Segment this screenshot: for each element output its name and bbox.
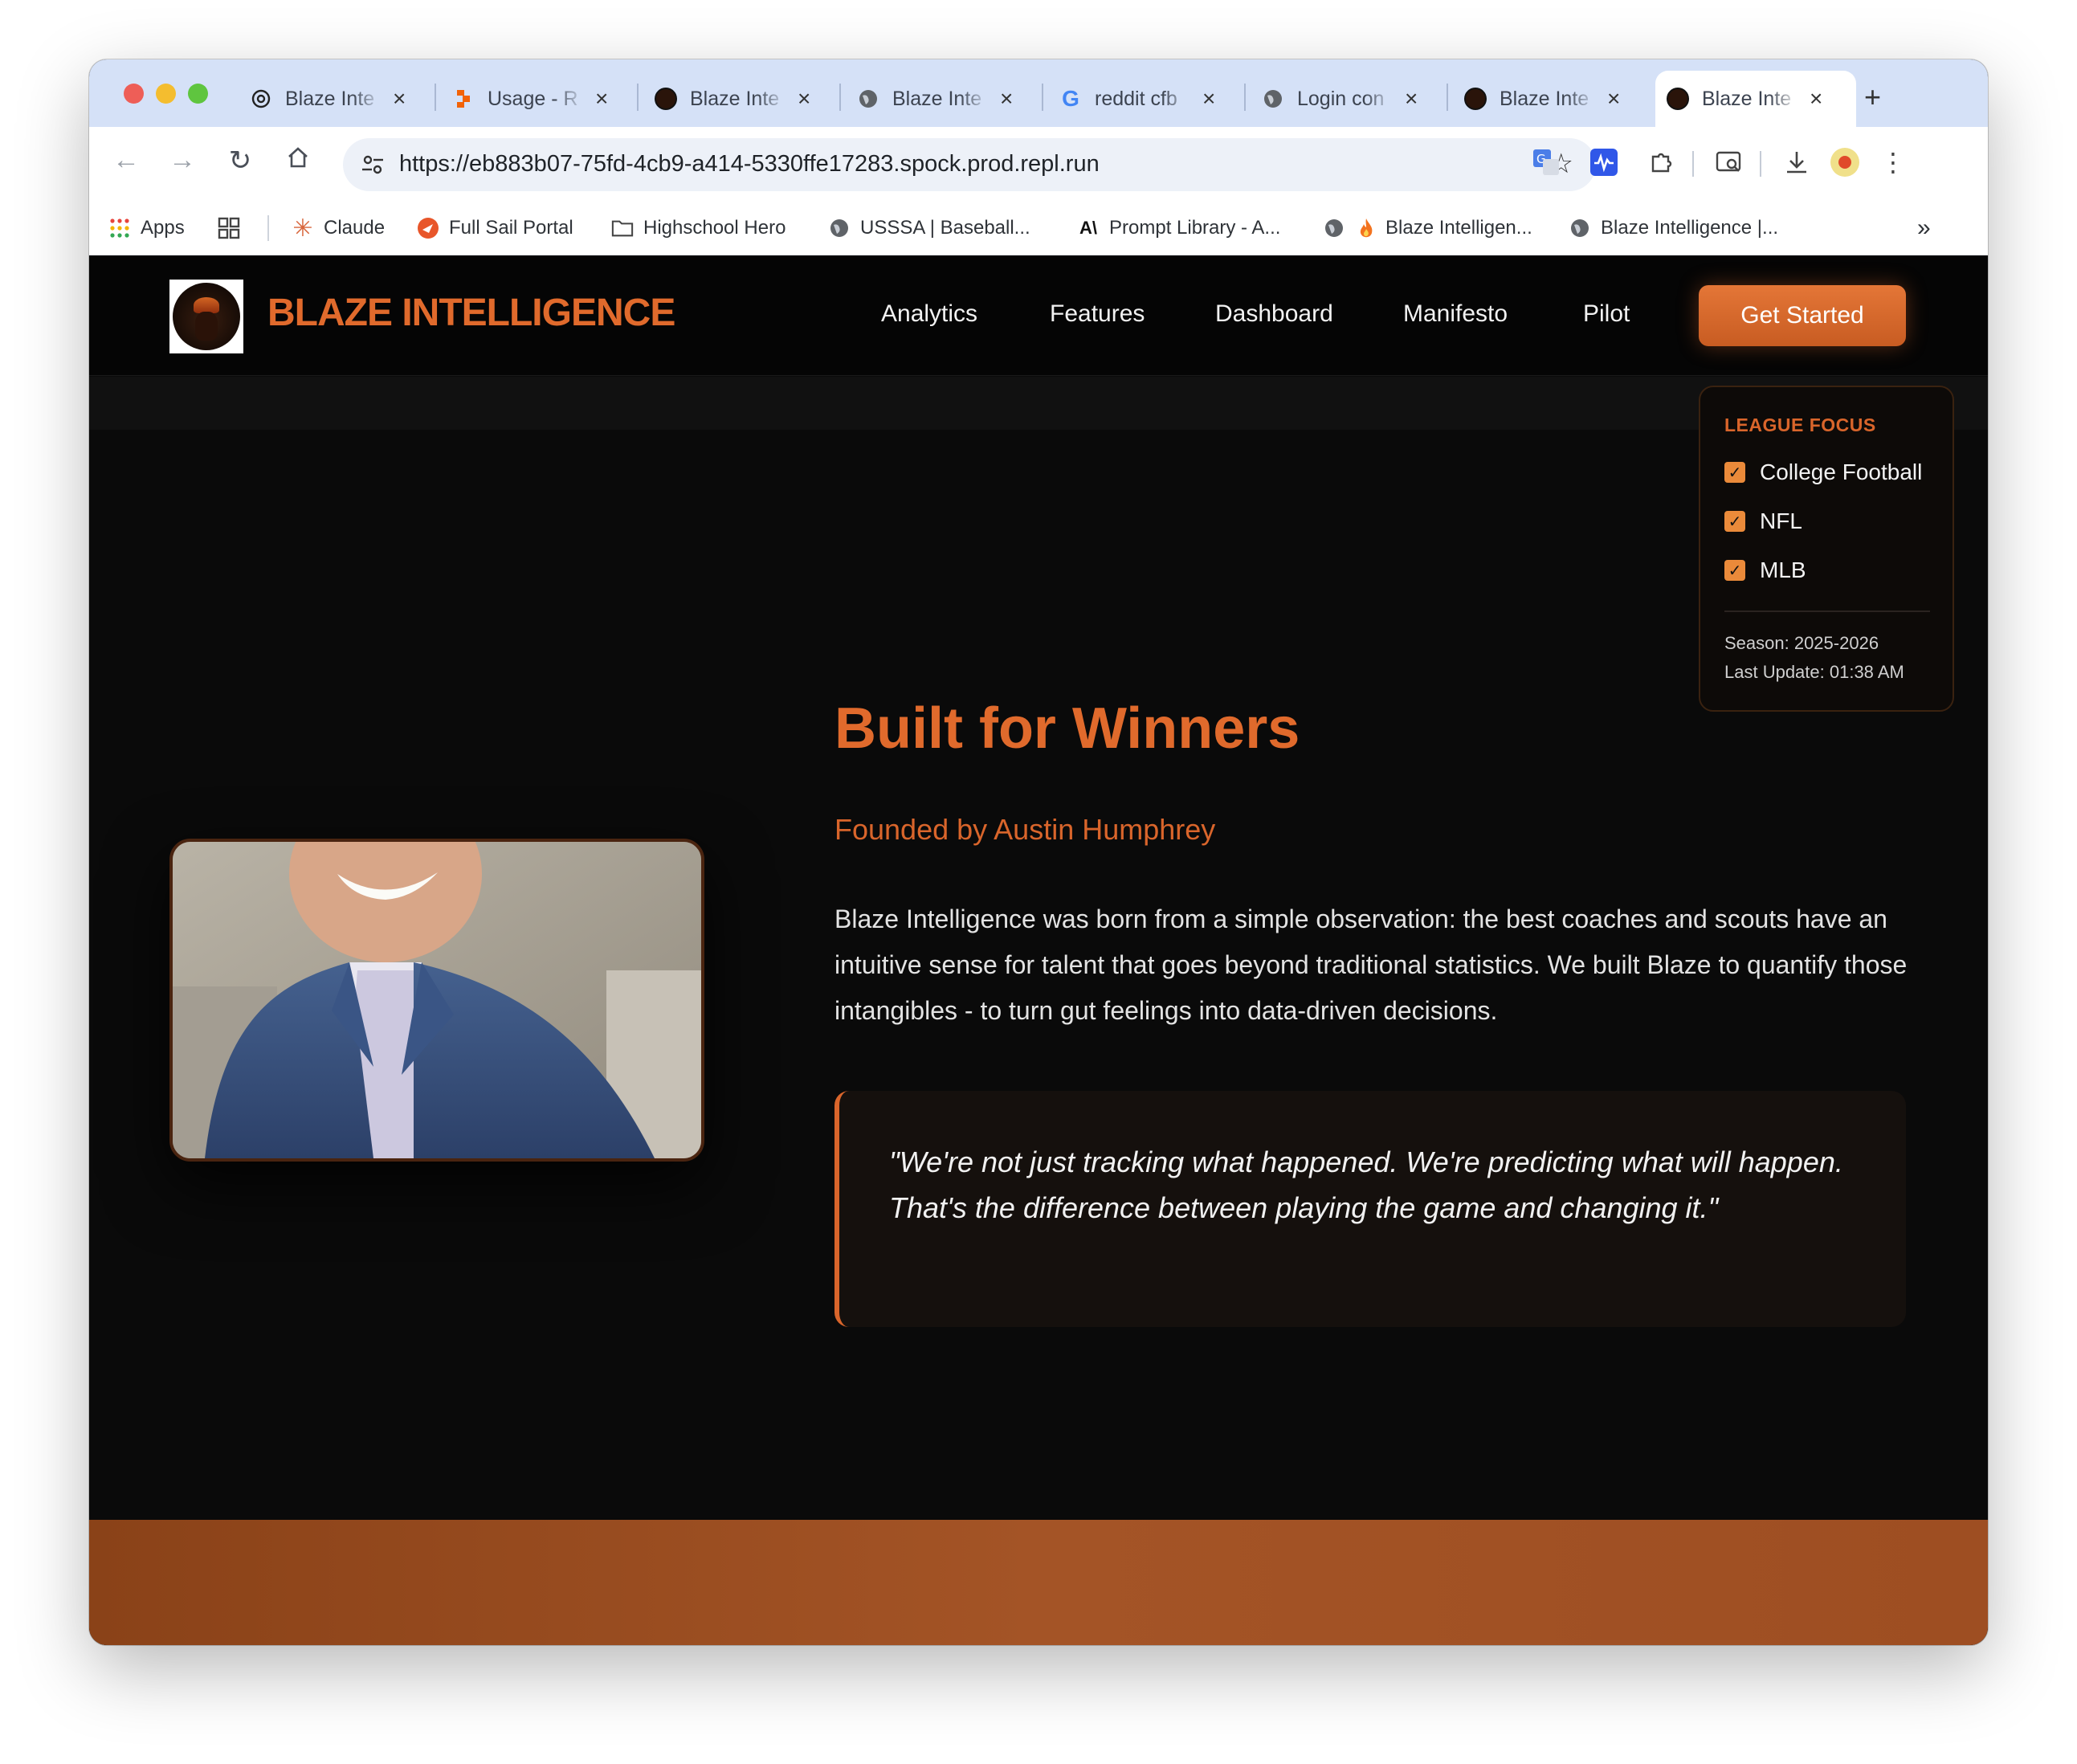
browser-tab[interactable]: Blaze Inte × <box>250 71 406 127</box>
close-window-button[interactable] <box>124 84 144 104</box>
web-page: BLAZE INTELLIGENCE Analytics Features Da… <box>89 255 1988 1645</box>
browser-tab[interactable]: Login con × <box>1262 71 1418 127</box>
minimize-window-button[interactable] <box>156 84 176 104</box>
season-label: Season: 2025-2026 <box>1724 633 1879 653</box>
browser-menu-icon[interactable]: ⋮ <box>1877 146 1909 178</box>
browser-tab[interactable]: Blaze Inte × <box>655 71 810 127</box>
about-paragraph: Blaze Intelligence was born from a simpl… <box>834 904 1908 1025</box>
extensions-puzzle-icon[interactable] <box>1646 146 1678 178</box>
replit-icon <box>452 88 475 110</box>
globe-icon <box>1569 217 1591 239</box>
checkbox-checked-icon[interactable]: ✓ <box>1724 462 1745 483</box>
tab-search-icon[interactable] <box>1713 146 1745 178</box>
close-tab-icon[interactable]: × <box>393 86 406 112</box>
league-focus-panel: LEAGUE FOCUS ✓ College Football ✓ NFL ✓ … <box>1699 386 1954 712</box>
profile-avatar-icon[interactable] <box>1829 146 1861 178</box>
bookmark-apps[interactable]: Apps <box>108 212 185 244</box>
divider <box>1724 610 1930 612</box>
extension-wave-icon[interactable] <box>1588 146 1620 178</box>
nav-link-pilot[interactable]: Pilot <box>1583 300 1630 328</box>
reload-icon[interactable]: ↻ <box>222 145 258 177</box>
founder-quote-block: "We're not just tracking what happened. … <box>834 1091 1906 1327</box>
bookmark-full-sail[interactable]: Full Sail Portal <box>417 212 573 244</box>
tab-strip: Blaze Inte × Usage - R × Blaze Inte × Bl… <box>89 59 1988 127</box>
league-focus-title: LEAGUE FOCUS <box>1724 414 1876 435</box>
close-tab-icon[interactable]: × <box>1000 86 1013 112</box>
cta-section-band <box>89 1520 1988 1645</box>
founder-photo-image <box>173 842 701 1158</box>
close-tab-icon[interactable]: × <box>1810 86 1822 112</box>
checkbox-checked-icon[interactable]: ✓ <box>1724 511 1745 532</box>
translate-icon[interactable]: G <box>1530 146 1562 178</box>
close-tab-icon[interactable]: × <box>595 86 608 112</box>
google-icon: G <box>1062 86 1079 111</box>
nav-link-analytics[interactable]: Analytics <box>881 300 977 328</box>
bookmark-usssa[interactable]: USSSA | Baseball... <box>828 212 1030 244</box>
home-icon[interactable] <box>280 145 316 178</box>
browser-window: Blaze Inte × Usage - R × Blaze Inte × Bl… <box>89 59 1988 1645</box>
league-option-college-football[interactable]: ✓ College Football <box>1724 459 1922 485</box>
founder-quote-text: "We're not just tracking what happened. … <box>889 1145 1843 1224</box>
openai-icon <box>250 88 272 110</box>
founder-photo <box>169 839 704 1162</box>
back-arrow-icon[interactable]: ← <box>108 145 144 176</box>
tab-groups-icon[interactable] <box>218 212 240 244</box>
site-header: BLAZE INTELLIGENCE Analytics Features Da… <box>89 255 1988 376</box>
url-text[interactable]: https://eb883b07-75fd-4cb9-a414-5330ffe1… <box>399 151 1100 178</box>
about-headline: Built for Winners <box>834 696 1300 761</box>
close-tab-icon[interactable]: × <box>1202 86 1215 112</box>
brand-logo[interactable] <box>169 280 243 353</box>
globe-icon <box>828 217 851 239</box>
brand-name[interactable]: BLAZE INTELLIGENCE <box>267 291 675 335</box>
browser-tab[interactable]: Blaze Inte × <box>1464 71 1620 127</box>
address-bar[interactable]: https://eb883b07-75fd-4cb9-a414-5330ffe1… <box>343 138 1596 191</box>
checkbox-checked-icon[interactable]: ✓ <box>1724 560 1745 581</box>
folder-icon <box>611 217 634 239</box>
nav-link-features[interactable]: Features <box>1050 300 1145 328</box>
bookmarks-bar: Apps ✳ Claude Full Sail Portal Highschoo… <box>89 201 1988 255</box>
site-settings-icon[interactable] <box>359 151 386 178</box>
more-bookmarks-chevron-icon[interactable]: » <box>1917 212 1931 244</box>
bookmark-blaze-1[interactable]: Blaze Intelligen... <box>1323 212 1532 244</box>
get-started-button[interactable]: Get Started <box>1699 285 1906 346</box>
fire-icon <box>1355 217 1377 239</box>
league-option-mlb[interactable]: ✓ MLB <box>1724 557 1806 583</box>
bookmark-claude[interactable]: ✳ Claude <box>292 212 385 244</box>
founder-subheading: Founded by Austin Humphrey <box>834 813 1216 846</box>
anthropic-icon: A\ <box>1079 218 1097 238</box>
bookmark-blaze-2[interactable]: Blaze Intelligence |... <box>1569 212 1778 244</box>
globe-icon <box>857 88 879 110</box>
browser-tab[interactable]: Blaze Inte × <box>857 71 1013 127</box>
forward-arrow-icon[interactable]: → <box>165 145 200 176</box>
close-tab-icon[interactable]: × <box>1405 86 1418 112</box>
blaze-logo-icon <box>655 88 677 110</box>
last-update-label: Last Update: 01:38 AM <box>1724 662 1904 682</box>
blaze-logo-icon <box>1464 88 1487 110</box>
globe-icon <box>1262 88 1284 110</box>
browser-tab[interactable]: Usage - R × <box>452 71 608 127</box>
close-tab-icon[interactable]: × <box>1607 86 1620 112</box>
league-option-nfl[interactable]: ✓ NFL <box>1724 508 1802 534</box>
download-icon[interactable] <box>1781 146 1813 178</box>
close-tab-icon[interactable]: × <box>798 86 810 112</box>
fullsail-icon <box>417 217 439 239</box>
blaze-logo-icon <box>1667 88 1689 110</box>
browser-tab[interactable]: G reddit cfb × <box>1059 71 1215 127</box>
browser-toolbar: ← → ↻ https://eb883b07-75fd-4cb9-a414-53… <box>89 127 1988 201</box>
bookmark-highschool-hero[interactable]: Highschool Hero <box>611 212 786 244</box>
browser-tab-active[interactable]: Blaze Inte × <box>1655 71 1856 127</box>
bookmark-prompt-library[interactable]: A\ Prompt Library - A... <box>1077 212 1280 244</box>
apps-grid-icon <box>108 217 131 239</box>
new-tab-button[interactable]: + <box>1864 80 1881 114</box>
globe-icon <box>1323 217 1345 239</box>
claude-icon: ✳ <box>292 214 313 242</box>
nav-link-dashboard[interactable]: Dashboard <box>1215 300 1333 328</box>
maximize-window-button[interactable] <box>188 84 208 104</box>
nav-link-manifesto[interactable]: Manifesto <box>1403 300 1508 328</box>
